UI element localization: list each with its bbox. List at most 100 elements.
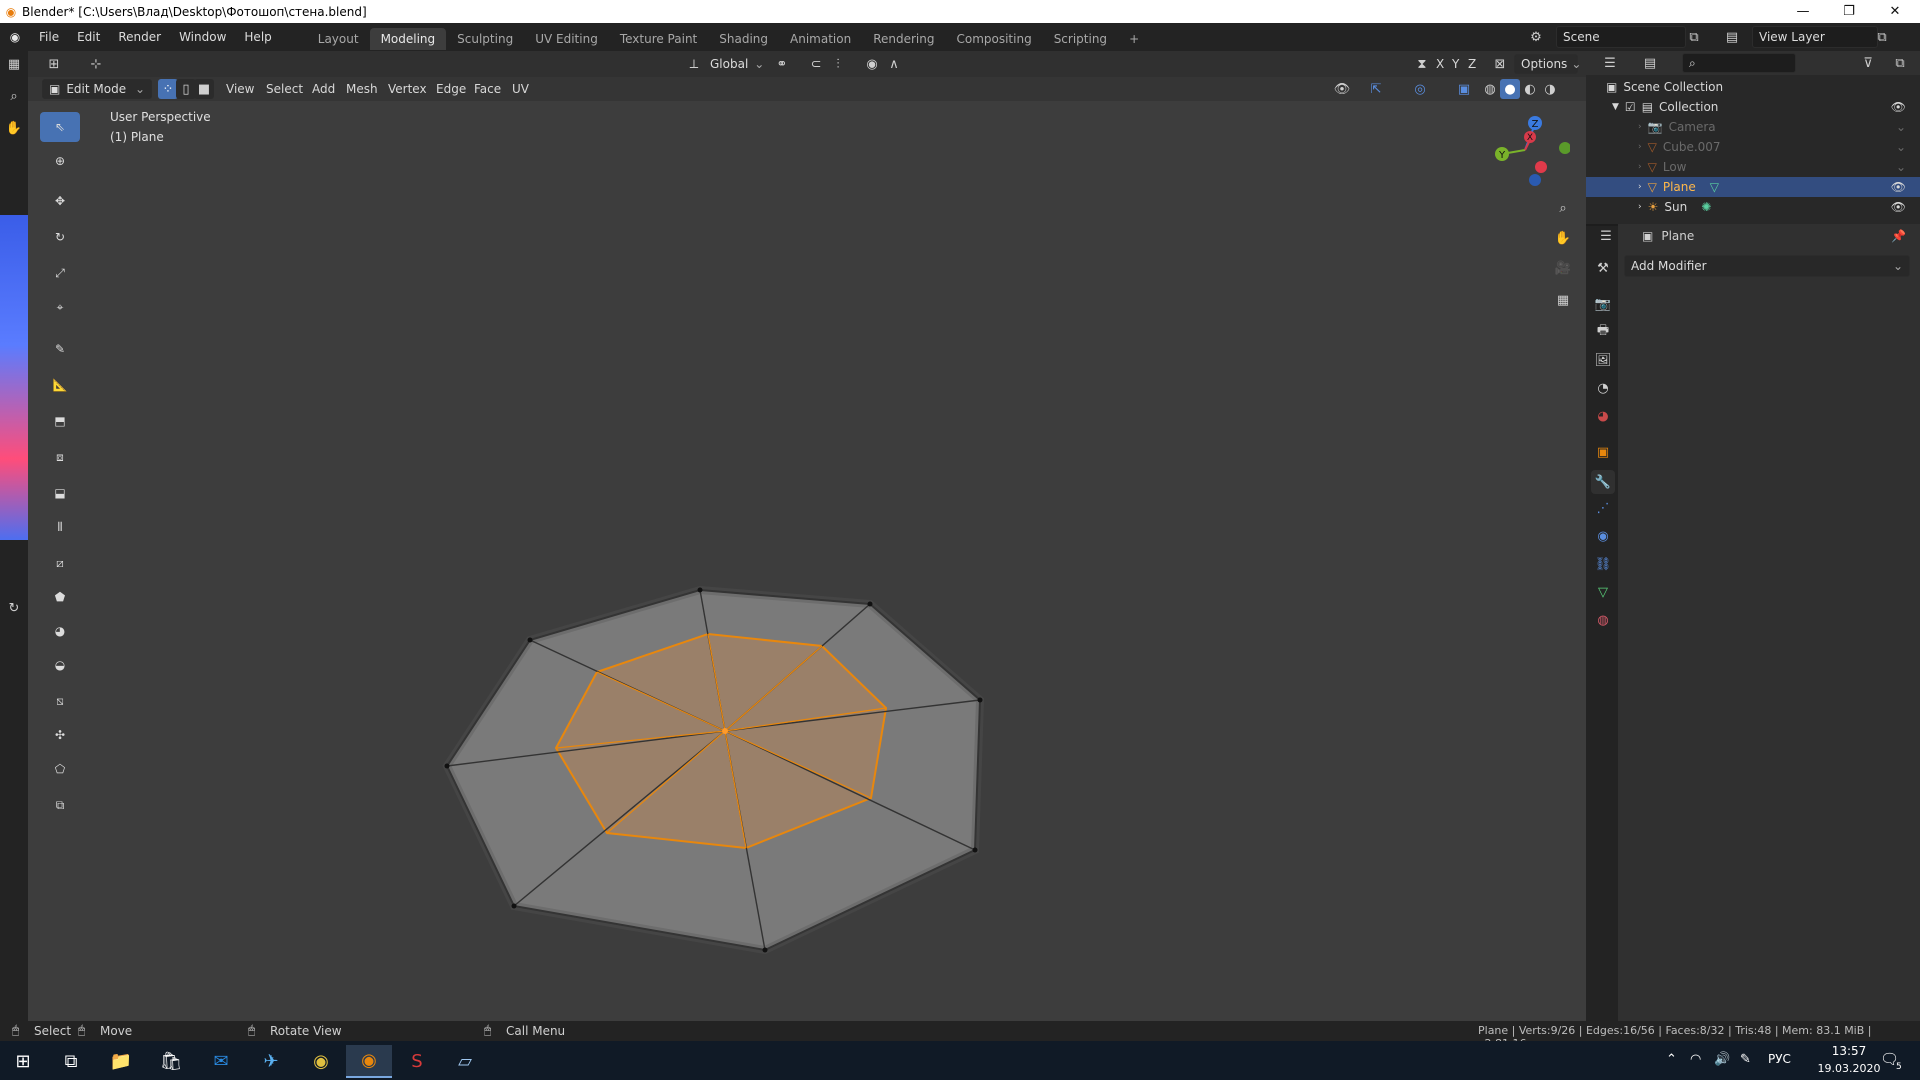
object-tab-icon[interactable]: ▣	[1591, 440, 1615, 464]
tab-sculpting[interactable]: Sculpting	[446, 28, 524, 50]
menu-view[interactable]: View	[226, 79, 254, 99]
outliner-row-cube[interactable]: › ▽ Cube.007 ⌄	[1586, 137, 1920, 157]
new-collection-icon[interactable]: ⧉	[1890, 53, 1910, 73]
edge-slide-tool[interactable]: ⧅	[40, 686, 80, 716]
mail-icon[interactable]: ✉	[198, 1045, 244, 1078]
mirror-z-toggle[interactable]: Z	[1468, 54, 1476, 74]
display-mode-icon[interactable]: ▤	[1640, 53, 1660, 73]
mirror-x-toggle[interactable]: X	[1436, 54, 1444, 74]
output-tab-icon[interactable]: 🖶	[1591, 320, 1615, 344]
filter-icon[interactable]: ⊽	[1858, 53, 1878, 73]
mesh-plane[interactable]	[440, 580, 1000, 960]
select-box-tool[interactable]: ⇖	[40, 112, 80, 142]
properties-editor-icon[interactable]: ☰	[1596, 226, 1616, 246]
checkbox-icon[interactable]: ☑	[1625, 100, 1636, 114]
notepad-icon[interactable]: ▱	[442, 1045, 488, 1078]
menu-edit[interactable]: Edit	[68, 23, 109, 51]
tool-settings-icon[interactable]: ⊹	[86, 54, 106, 74]
view-layer-icon[interactable]: ▤	[1722, 27, 1742, 47]
tab-texture-paint[interactable]: Texture Paint	[609, 28, 708, 50]
menu-face[interactable]: Face	[474, 79, 501, 99]
overlays-icon[interactable]: ◎	[1410, 79, 1430, 99]
editor-type-icon[interactable]: ▦	[4, 54, 24, 74]
store-icon[interactable]: 🛍	[148, 1045, 194, 1078]
app-icon[interactable]: ✈	[248, 1045, 294, 1078]
scene-tab-icon[interactable]: ◔	[1591, 376, 1615, 400]
tab-modeling[interactable]: Modeling	[369, 28, 447, 50]
volume-icon[interactable]: 🔊	[1714, 1052, 1730, 1067]
vertex-select-icon[interactable]: ⁘	[158, 79, 178, 99]
particles-tab-icon[interactable]: ⋰	[1591, 496, 1615, 520]
light-data-icon[interactable]: ✺	[1701, 200, 1711, 214]
shrink-fatten-tool[interactable]: ✣	[40, 720, 80, 750]
knife-tool[interactable]: ⧄	[40, 548, 80, 578]
scene-icon[interactable]: ⚙	[1526, 27, 1546, 47]
move-tool[interactable]: ✥	[40, 186, 80, 216]
expand-arrow-icon[interactable]: ▼	[1612, 102, 1619, 112]
visibility-icon[interactable]: 👁	[1332, 79, 1352, 99]
scale-tool[interactable]: ⤢	[40, 258, 80, 288]
clock-time[interactable]: 13:57	[1816, 1044, 1882, 1058]
navigation-gizmo[interactable]: Z Y X	[1480, 110, 1570, 190]
outliner-search-input[interactable]: ⌕	[1682, 53, 1796, 73]
view-layer-tab-icon[interactable]: 🖼	[1591, 348, 1615, 372]
rip-tool[interactable]: ⧉	[40, 790, 80, 820]
outliner-row-collection[interactable]: ▼ ☑ ▤ Collection 👁	[1586, 97, 1920, 117]
view-layer-selector[interactable]: View Layer	[1752, 26, 1878, 48]
outliner-row-camera[interactable]: › 📷 Camera ⌄	[1586, 117, 1920, 137]
outliner-editor-icon[interactable]: ☰	[1600, 53, 1620, 73]
transform-orientation-dropdown[interactable]: Global ⌄	[704, 54, 764, 74]
menu-select[interactable]: Select	[266, 79, 303, 99]
modifier-tab-icon[interactable]: 🔧	[1591, 470, 1615, 494]
menu-file[interactable]: File	[30, 23, 68, 51]
outliner-row-low[interactable]: › ▽ Low ⌄	[1586, 157, 1920, 177]
cursor-tool[interactable]: ⊕	[40, 146, 80, 176]
eye-closed-icon[interactable]: ⌄	[1896, 160, 1906, 174]
pivot-icon[interactable]: ⚭	[772, 54, 792, 74]
menu-vertex[interactable]: Vertex	[388, 79, 427, 99]
restore-button[interactable]: ❐	[1826, 0, 1872, 23]
blender-menu-icon[interactable]: ◉	[0, 30, 30, 44]
eye-closed-icon[interactable]: ⌄	[1896, 140, 1906, 154]
chrome-icon[interactable]: ◉	[298, 1045, 344, 1078]
outliner-row-scene-collection[interactable]: ▣ Scene Collection	[1586, 77, 1920, 97]
hand-icon[interactable]: ✋	[4, 118, 24, 138]
tab-animation[interactable]: Animation	[779, 28, 862, 50]
mode-dropdown[interactable]: ▣ Edit Mode ⌄	[42, 79, 152, 99]
loop-cut-tool[interactable]: ⫴	[40, 512, 80, 542]
render-tab-icon[interactable]: 📷	[1591, 292, 1615, 316]
file-explorer-icon[interactable]: 📁	[98, 1045, 144, 1078]
start-button-icon[interactable]: ⊞	[0, 1045, 46, 1078]
spin-tool[interactable]: ◕	[40, 616, 80, 646]
tray-arrow-icon[interactable]: ⌃	[1666, 1052, 1677, 1067]
menu-help[interactable]: Help	[235, 23, 280, 51]
minimize-button[interactable]: —	[1780, 0, 1826, 23]
tab-rendering[interactable]: Rendering	[862, 28, 945, 50]
language-indicator[interactable]: РУС	[1768, 1052, 1791, 1066]
expand-arrow-icon[interactable]: ›	[1638, 122, 1642, 132]
menu-mesh[interactable]: Mesh	[346, 79, 378, 99]
material-tab-icon[interactable]: ◍	[1591, 608, 1615, 632]
mesh-data-icon[interactable]: ▽	[1710, 180, 1719, 194]
eye-icon[interactable]: 👁	[1891, 180, 1906, 194]
inset-tool[interactable]: ⧈	[40, 442, 80, 472]
face-select-icon[interactable]: ■	[194, 79, 214, 99]
annotate-tool[interactable]: ✎	[40, 334, 80, 364]
snap-target-icon[interactable]: ⫶	[828, 54, 848, 74]
expand-arrow-icon[interactable]: ›	[1638, 202, 1642, 212]
physics-tab-icon[interactable]: ◉	[1591, 524, 1615, 548]
options-dropdown[interactable]: Options ⌄	[1514, 54, 1581, 74]
measure-tool[interactable]: 📐	[40, 370, 80, 400]
menu-render[interactable]: Render	[109, 23, 170, 51]
outliner-row-plane[interactable]: › ▽ Plane ▽ 👁	[1586, 177, 1920, 197]
mirror-y-toggle[interactable]: Y	[1452, 54, 1459, 74]
gizmo-neg-y[interactable]	[1559, 142, 1570, 154]
shear-tool[interactable]: ⬠	[40, 754, 80, 784]
outliner-row-sun[interactable]: › ☀ Sun ✺ 👁	[1586, 197, 1920, 217]
zoom-view-icon[interactable]: ⌕	[1551, 196, 1575, 220]
eye-closed-icon[interactable]: ⌄	[1896, 120, 1906, 134]
extrude-tool[interactable]: ⬒	[40, 406, 80, 436]
pen-icon[interactable]: ✎	[1740, 1052, 1751, 1067]
gizmo-neg-x[interactable]	[1535, 161, 1547, 173]
rotate-tool[interactable]: ↻	[40, 222, 80, 252]
